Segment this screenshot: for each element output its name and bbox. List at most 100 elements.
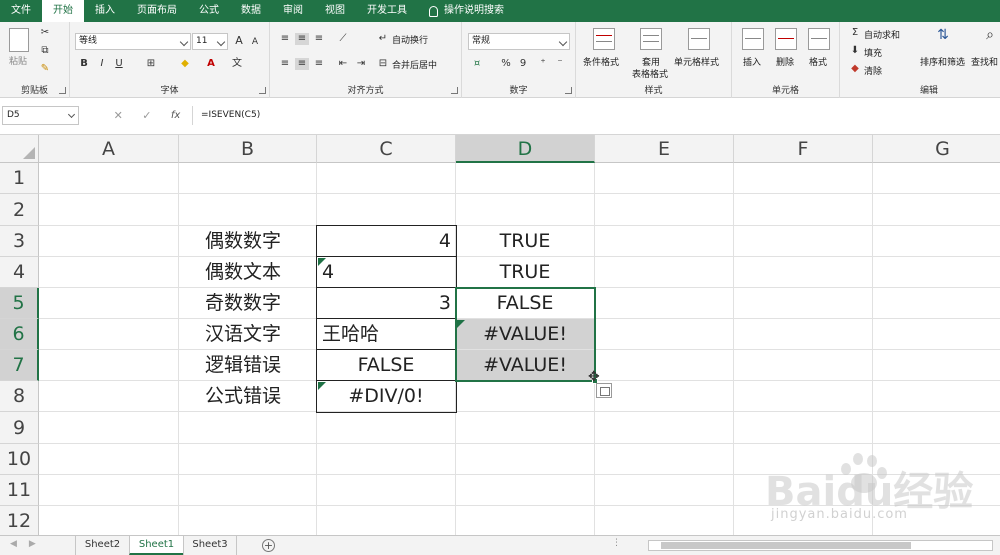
format-as-table-icon[interactable] (640, 28, 662, 50)
font-name-select[interactable]: 等线 (75, 33, 191, 50)
grid-cell[interactable] (39, 257, 179, 288)
alignment-launcher-icon[interactable] (451, 87, 458, 94)
tell-me-search[interactable]: 操作说明搜索 (418, 0, 515, 22)
row-header-10[interactable]: 10 (0, 444, 39, 475)
cell-b4[interactable]: 偶数文本 (179, 257, 317, 288)
fill-button[interactable]: 填充 (864, 46, 882, 59)
delete-cells-icon[interactable] (775, 28, 797, 50)
grid-cell[interactable] (873, 288, 1000, 319)
cell-c5[interactable]: 3 (317, 288, 456, 319)
cell-d3[interactable]: TRUE (456, 226, 595, 257)
grid-cell[interactable] (39, 444, 179, 475)
conditional-formatting-button[interactable]: 条件格式 (583, 55, 619, 68)
grid-cell[interactable] (39, 506, 179, 535)
clear-button[interactable]: 清除 (864, 64, 882, 77)
grid-cell[interactable] (734, 350, 873, 381)
grid-cell[interactable] (317, 444, 456, 475)
sheet-tab-sheet3[interactable]: Sheet3 (183, 536, 237, 555)
tab-formulas[interactable]: 公式 (188, 0, 230, 22)
grid-cell[interactable] (873, 412, 1000, 444)
column-header-g[interactable]: G (873, 135, 1000, 163)
grid-cell[interactable] (456, 412, 595, 444)
grid-cell[interactable] (39, 475, 179, 506)
grid-cell[interactable] (734, 288, 873, 319)
grid-cell[interactable] (179, 444, 317, 475)
select-all-button[interactable] (0, 135, 39, 163)
sheet-tab-sheet2[interactable]: Sheet2 (75, 536, 129, 555)
insert-function-icon[interactable]: fx (171, 110, 180, 121)
autosum-button[interactable]: 自动求和 (864, 28, 900, 41)
delete-cells-button[interactable]: 删除 (776, 55, 794, 68)
grid-cell[interactable] (39, 412, 179, 444)
decrease-indent-icon[interactable]: ⇤ (336, 58, 350, 70)
grid-cell[interactable] (39, 350, 179, 381)
grid-cell[interactable] (39, 163, 179, 194)
row-header-12[interactable]: 12 (0, 506, 39, 535)
row-header-7[interactable]: 7 (0, 350, 39, 381)
grid-cell[interactable] (734, 194, 873, 226)
orientation-icon[interactable]: ⟋ (336, 33, 350, 45)
align-top-icon[interactable]: ≡ (278, 33, 292, 45)
grid-cell[interactable] (39, 226, 179, 257)
grid-cell[interactable] (317, 506, 456, 535)
italic-button[interactable]: I (95, 58, 109, 70)
comma-style-button[interactable]: 9 (516, 58, 530, 70)
grid-cell[interactable] (595, 319, 734, 350)
row-header-5[interactable]: 5 (0, 288, 39, 319)
cell-c6[interactable]: 王哈哈 (317, 319, 456, 350)
grid-cell[interactable] (179, 506, 317, 535)
grid-cell[interactable] (179, 412, 317, 444)
grid-cell[interactable] (873, 350, 1000, 381)
grid-cell[interactable] (595, 257, 734, 288)
row-header-3[interactable]: 3 (0, 226, 39, 257)
font-size-select[interactable]: 11 (192, 33, 228, 50)
error-indicator-icon[interactable] (457, 320, 465, 328)
tab-view[interactable]: 视图 (314, 0, 356, 22)
grid-cell[interactable] (179, 163, 317, 194)
grid-cell[interactable] (317, 194, 456, 226)
enter-icon[interactable]: ✓ (142, 109, 151, 122)
grid-cell[interactable] (456, 475, 595, 506)
tab-developer[interactable]: 开发工具 (356, 0, 418, 22)
error-indicator-icon[interactable] (318, 258, 326, 266)
grid-cell[interactable] (873, 381, 1000, 412)
sheet-tab-sheet1[interactable]: Sheet1 (129, 536, 183, 555)
row-header-4[interactable]: 4 (0, 257, 39, 288)
tab-insert[interactable]: 插入 (84, 0, 126, 22)
cell-b7[interactable]: 逻辑错误 (179, 350, 317, 381)
row-header-2[interactable]: 2 (0, 194, 39, 226)
grid-cell[interactable] (595, 444, 734, 475)
borders-icon[interactable]: ⊞ (144, 58, 158, 70)
cell-styles-icon[interactable] (688, 28, 710, 50)
column-header-b[interactable]: B (179, 135, 317, 163)
grid-cell[interactable] (734, 381, 873, 412)
grid-cell[interactable] (873, 194, 1000, 226)
align-right-icon[interactable]: ≡ (312, 58, 326, 70)
format-painter-icon[interactable]: ✎ (38, 63, 52, 75)
grid-cell[interactable] (39, 381, 179, 412)
grid-cell[interactable] (595, 475, 734, 506)
grid-cell[interactable] (456, 163, 595, 194)
row-header-1[interactable]: 1 (0, 163, 39, 194)
row-header-8[interactable]: 8 (0, 381, 39, 412)
grid-cell[interactable] (873, 226, 1000, 257)
grid-cell[interactable] (595, 412, 734, 444)
tab-review[interactable]: 审阅 (272, 0, 314, 22)
font-color-icon[interactable]: A (204, 58, 218, 70)
grid-cell[interactable] (456, 194, 595, 226)
cancel-icon[interactable]: ✕ (114, 109, 123, 122)
column-header-d[interactable]: D (456, 135, 595, 163)
number-launcher-icon[interactable] (565, 87, 572, 94)
grid-cell[interactable] (39, 194, 179, 226)
font-launcher-icon[interactable] (259, 87, 266, 94)
column-header-a[interactable]: A (39, 135, 179, 163)
cell-d6[interactable]: #VALUE! (456, 319, 595, 350)
cell-d4[interactable]: TRUE (456, 257, 595, 288)
accounting-format-icon[interactable]: ¤ (470, 58, 484, 70)
grid-cell[interactable] (873, 257, 1000, 288)
paste-icon[interactable] (9, 28, 29, 52)
cut-icon[interactable]: ✂ (38, 27, 52, 39)
grid-cell[interactable] (734, 412, 873, 444)
grid-cell[interactable] (317, 163, 456, 194)
underline-button[interactable]: U (112, 58, 126, 70)
